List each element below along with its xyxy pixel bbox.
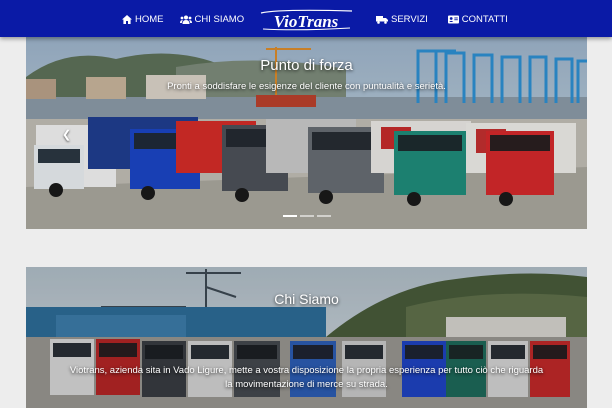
contact-card-icon (447, 15, 459, 24)
truck-icon (376, 16, 388, 24)
users-icon (179, 15, 192, 24)
nav-servizi-link[interactable]: SERVIZI (376, 14, 428, 25)
chi-siamo-description: Viotrans, azienda sita in Vado Ligure, m… (69, 365, 544, 390)
chi-siamo-section: Chi Siamo Viotrans, azienda sita in Vado… (26, 267, 587, 408)
viotrans-logo[interactable]: VioTrans (259, 7, 354, 31)
nav-chi-siamo-link[interactable]: CHI SIAMO (179, 14, 245, 25)
slider-indicator-2[interactable] (300, 215, 314, 217)
slide-title: Punto di forza (260, 57, 353, 74)
logo-text: VioTrans (274, 12, 339, 31)
slider-indicators (283, 215, 331, 217)
nav-servizi-label: SERVIZI (391, 14, 428, 25)
nav-home-label: HOME (135, 14, 164, 25)
slide-caption: Pronti a soddisfare le esigenze del clie… (167, 81, 446, 92)
hero-slider: Punto di forza Pronti a soddisfare le es… (26, 37, 587, 229)
nav-contatti-link[interactable]: CONTATTI (447, 14, 508, 25)
chi-siamo-title: Chi Siamo (274, 291, 339, 307)
chevron-left-icon[interactable]: ❮ (62, 128, 71, 141)
nav-contatti-label: CONTATTI (461, 14, 508, 25)
nav-home-link[interactable]: HOME (122, 14, 164, 25)
slider-indicator-1[interactable] (283, 215, 297, 217)
slider-indicator-3[interactable] (317, 215, 331, 217)
nav-left-group: HOME CHI SIAMO (122, 14, 244, 25)
nav-chi-siamo-label: CHI SIAMO (194, 14, 245, 25)
top-navbar: HOME CHI SIAMO VioTrans SERVIZI CONTATTI (0, 0, 612, 37)
home-icon (122, 15, 132, 24)
nav-right-group: SERVIZI CONTATTI (376, 14, 508, 25)
